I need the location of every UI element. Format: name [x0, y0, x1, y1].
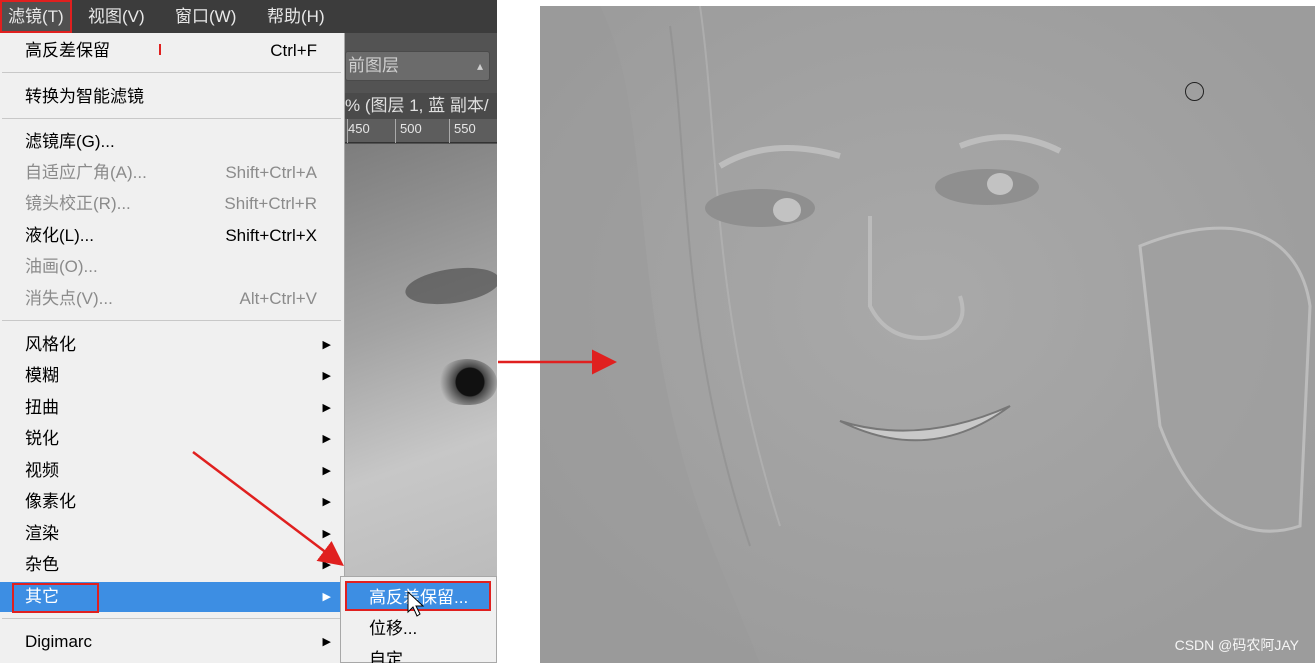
menu-item-label: 锐化 [25, 429, 59, 448]
shortcut-label: Shift+Ctrl+A [225, 163, 317, 182]
photo-eyebrow [403, 262, 497, 310]
menu-separator [2, 72, 341, 73]
submenu-item-custom[interactable]: 自定 [341, 645, 496, 663]
menu-item-stylize[interactable]: 风格化 ▶ [0, 330, 343, 360]
submenu-arrow-icon: ▶ [322, 591, 331, 603]
workspace-panel: 前图层 ▴ % (图层 1, 蓝 副本/ 450 500 550 [345, 33, 497, 663]
menu-item-adaptive-wide-angle[interactable]: 自适应广角(A)... Shift+Ctrl+A [0, 158, 343, 188]
menu-help[interactable]: 帮助(H) [261, 0, 331, 33]
photoshop-window: 滤镜(T) 视图(V) 窗口(W) 帮助(H) 前图层 ▴ % (图层 1, 蓝 … [0, 0, 497, 663]
submenu-arrow-icon: ▶ [322, 370, 331, 382]
photo-eye [437, 359, 497, 405]
menu-item-oil-paint[interactable]: 油画(O)... [0, 252, 343, 282]
menu-item-label: 消失点(V)... [25, 289, 113, 308]
submenu-arrow-icon: ▶ [322, 528, 331, 540]
menu-item-label: 模糊 [25, 366, 59, 385]
submenu-arrow-icon: ▶ [322, 465, 331, 477]
ruler-tick: 450 [348, 121, 370, 136]
menu-item-label: 风格化 [25, 335, 76, 354]
photo-eye-right [935, 169, 1039, 205]
menu-item-liquify[interactable]: 液化(L)... Shift+Ctrl+X [0, 221, 343, 251]
watermark: CSDN @码农阿JAY [1174, 637, 1299, 653]
menu-item-smart-filter[interactable]: 转换为智能滤镜 [0, 82, 343, 112]
layer-select[interactable]: 前图层 ▴ [345, 51, 490, 81]
menu-item-label: 自适应广角(A)... [25, 163, 147, 182]
shortcut-label: Ctrl+F [270, 41, 317, 60]
submenu-item-offset[interactable]: 位移... [341, 614, 496, 644]
menu-view[interactable]: 视图(V) [82, 0, 151, 33]
menu-window[interactable]: 窗口(W) [169, 0, 242, 33]
ruler-tick: 550 [454, 121, 476, 136]
menu-separator [2, 618, 341, 619]
menu-item-blur[interactable]: 模糊 ▶ [0, 361, 343, 391]
filter-menu: 高反差保留 Ctrl+F 转换为智能滤镜 滤镜库(G)... 自适应广角(A)..… [0, 33, 345, 663]
menu-separator [2, 320, 341, 321]
submenu-arrow-icon: ▶ [322, 433, 331, 445]
result-photo [540, 6, 1315, 663]
menu-item-sharpen[interactable]: 锐化 ▶ [0, 424, 343, 454]
menu-item-vanishing-point[interactable]: 消失点(V)... Alt+Ctrl+V [0, 284, 343, 314]
menu-item-label: 渲染 [25, 524, 59, 543]
menu-item-label: 视频 [25, 461, 59, 480]
menu-item-lens-correction[interactable]: 镜头校正(R)... Shift+Ctrl+R [0, 189, 343, 219]
submenu-arrow-icon: ▶ [322, 339, 331, 351]
submenu-arrow-icon: ▶ [322, 636, 331, 648]
menu-filter[interactable]: 滤镜(T) [0, 0, 72, 33]
other-submenu: 高反差保留... 位移... 自定 [340, 576, 497, 663]
layer-select-value: 前图层 [348, 56, 399, 75]
ruler-tick: 500 [400, 121, 422, 136]
menu-item-label: Digimarc [25, 632, 93, 651]
menu-item-label: 镜头校正(R)... [25, 194, 131, 213]
menu-item-label: 液化(L)... [25, 226, 94, 245]
ruler: 450 500 550 [345, 119, 497, 143]
document-tab[interactable]: % (图层 1, 蓝 副本/ [345, 93, 497, 119]
menu-item-digimarc[interactable]: Digimarc ▶ [0, 627, 343, 657]
menu-item-video[interactable]: 视频 ▶ [0, 456, 343, 486]
chevron-updown-icon: ▴ [476, 59, 483, 73]
submenu-arrow-icon: ▶ [322, 559, 331, 571]
menu-item-distort[interactable]: 扭曲 ▶ [0, 393, 343, 423]
menu-item-label: 高反差保留 [25, 41, 110, 60]
shortcut-label: Shift+Ctrl+R [224, 194, 317, 213]
menu-item-filter-gallery[interactable]: 滤镜库(G)... [0, 127, 343, 157]
submenu-item-high-pass[interactable]: 高反差保留... [345, 581, 491, 611]
menu-item-label: 像素化 [25, 492, 76, 511]
annotation-box [12, 583, 99, 613]
submenu-arrow-icon: ▶ [322, 496, 331, 508]
shortcut-label: Alt+Ctrl+V [239, 289, 317, 308]
submenu-arrow-icon: ▶ [322, 402, 331, 414]
menu-item-label: 扭曲 [25, 398, 59, 417]
menu-item-pixelate[interactable]: 像素化 ▶ [0, 487, 343, 517]
menu-item-noise[interactable]: 杂色 ▶ [0, 550, 343, 580]
shortcut-label: Shift+Ctrl+X [225, 226, 317, 245]
menu-bar: 滤镜(T) 视图(V) 窗口(W) 帮助(H) [0, 0, 497, 33]
menu-item-last-filter[interactable]: 高反差保留 Ctrl+F [0, 36, 343, 66]
brush-cursor-icon [1185, 82, 1204, 101]
menu-item-label: 杂色 [25, 555, 59, 574]
menu-item-render[interactable]: 渲染 ▶ [0, 519, 343, 549]
menu-separator [2, 118, 341, 119]
high-pass-result-image: CSDN @码农阿JAY [540, 6, 1315, 663]
